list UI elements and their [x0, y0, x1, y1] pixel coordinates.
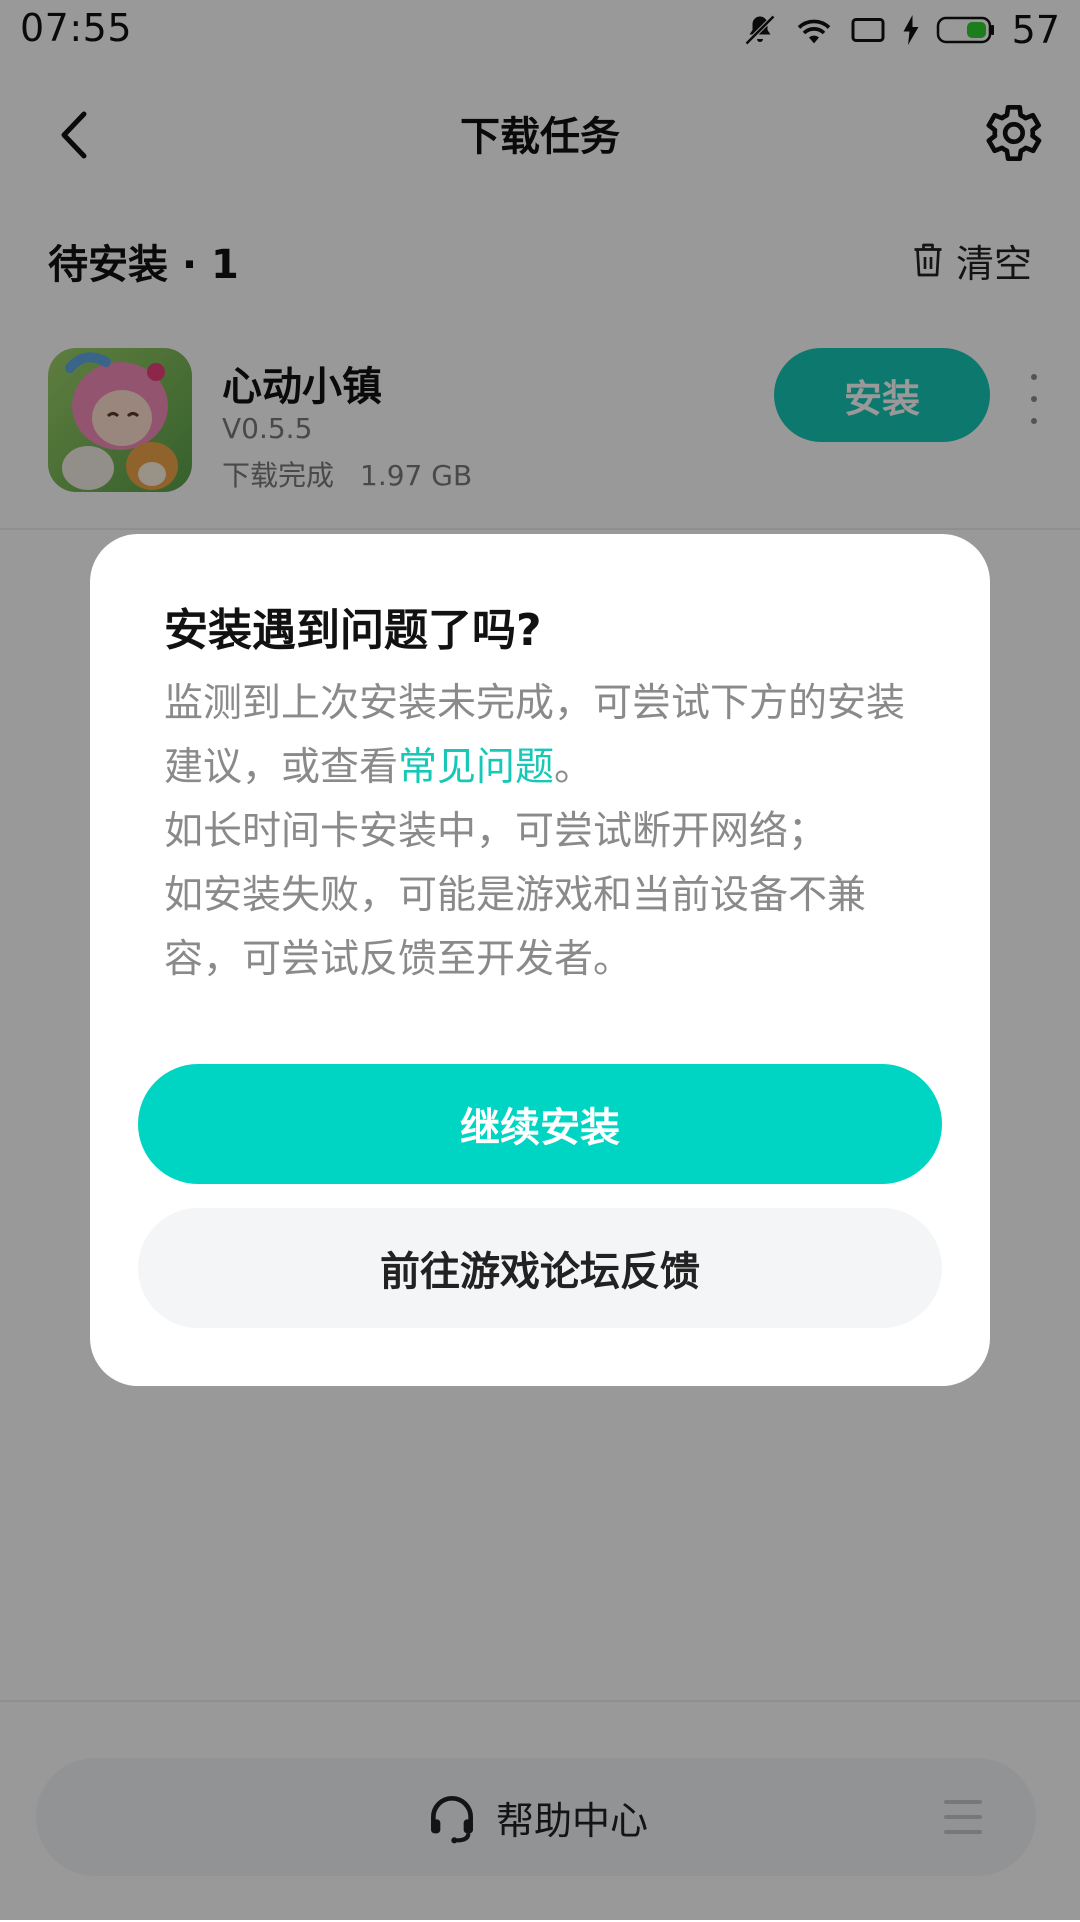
dialog-text-1-end: 。	[554, 745, 594, 790]
dialog-paragraph-3: 如安装失败，可能是游戏和当前设备不兼容，可尝试反馈至开发者。	[164, 873, 867, 982]
dialog-paragraph-1: 监测到上次安装未完成，可尝试下方的安装建议，或查看常见问题。	[164, 672, 924, 800]
dialog-title: 安装遇到问题了吗?	[164, 605, 542, 656]
forum-feedback-button[interactable]: 前往游戏论坛反馈	[138, 1208, 942, 1328]
faq-link[interactable]: 常见问题	[398, 745, 554, 790]
continue-install-button[interactable]: 继续安装	[138, 1064, 942, 1184]
dialog-body: 监测到上次安装未完成，可尝试下方的安装建议，或查看常见问题。 如长时间卡安装中，…	[164, 672, 924, 992]
dialog-paragraph-2: 如长时间卡安装中，可尝试断开网络；	[164, 809, 828, 854]
install-problem-dialog: 安装遇到问题了吗? 监测到上次安装未完成，可尝试下方的安装建议，或查看常见问题。…	[90, 534, 990, 1386]
